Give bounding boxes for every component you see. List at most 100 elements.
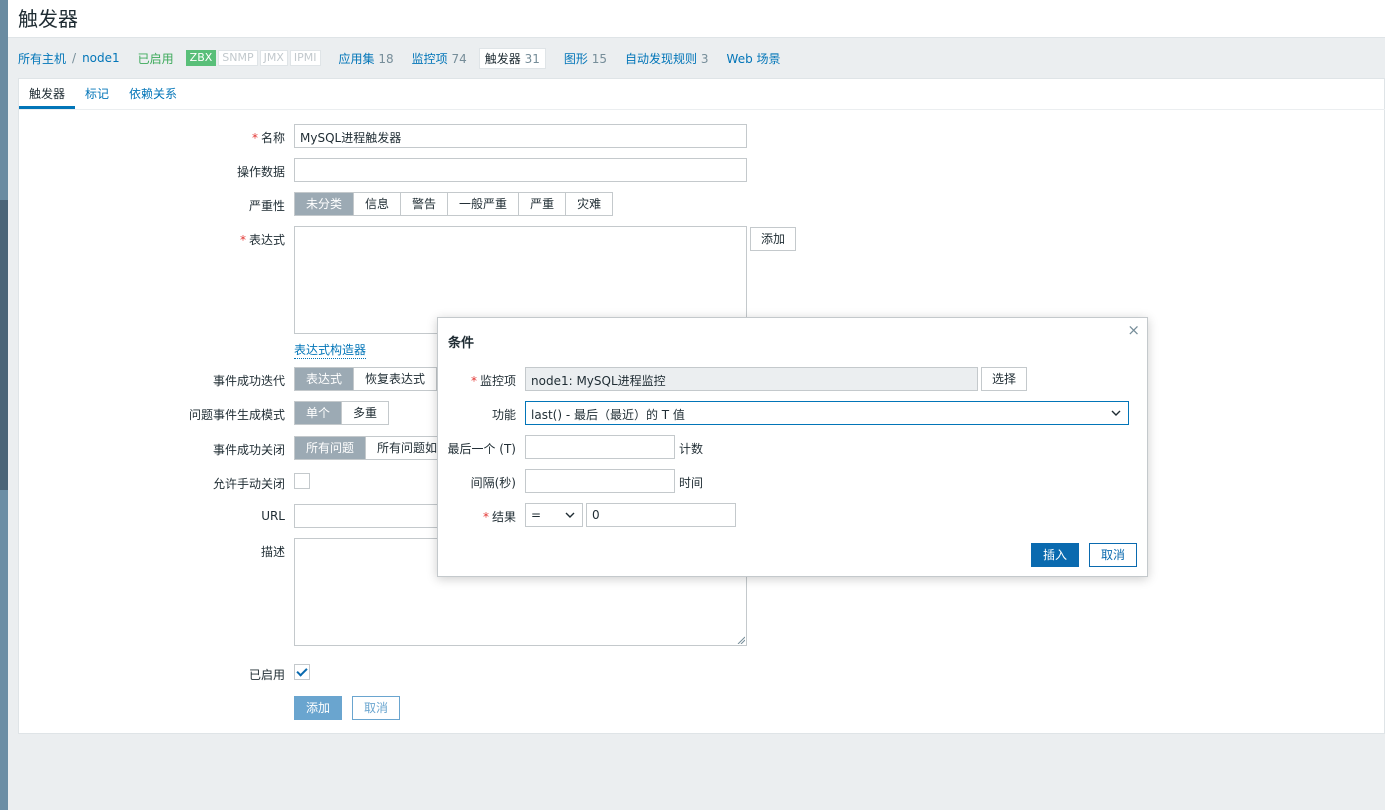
last-suffix: 计数 [679, 442, 704, 456]
breadcrumb: 所有主机 / node1 已启用 ZBX SNMP JMX IPMI 应用集 1… [18, 46, 781, 70]
description-label: 描述 [260, 545, 285, 559]
nav-label: 图形 [563, 51, 588, 66]
badge-jmx: JMX [259, 50, 288, 66]
operator-select[interactable]: = [525, 503, 583, 527]
ok-close-label: 事件成功关闭 [212, 443, 285, 457]
left-sidebar [0, 0, 8, 810]
ok-close-all-problems[interactable]: 所有问题 [295, 437, 367, 459]
nav-applications[interactable]: 应用集 18 [339, 50, 394, 67]
breadcrumb-all-hosts[interactable]: 所有主机 [18, 50, 66, 67]
dialog-cancel-button[interactable]: 取消 [1089, 543, 1137, 567]
nav-graphs[interactable]: 图形 15 [564, 50, 607, 67]
tab-bar: 触发器 标记 依赖关系 [19, 79, 1385, 110]
resize-handle-icon[interactable] [737, 636, 745, 644]
manual-close-checkbox[interactable] [294, 473, 310, 489]
nav-items[interactable]: 监控项 74 [412, 50, 467, 67]
interval-input[interactable] [525, 469, 675, 493]
required-marker: * [482, 510, 489, 524]
function-value: last() - 最后（最近）的 T 值 [531, 408, 685, 422]
result-value-input[interactable]: 0 [586, 503, 736, 527]
item-select-button[interactable]: 选择 [981, 367, 1028, 391]
item-label: * 监控项 [438, 372, 516, 389]
url-label: URL [261, 509, 285, 523]
nav-label: 应用集 [338, 51, 375, 66]
interval-suffix: 时间 [679, 476, 704, 490]
function-label: 功能 [491, 408, 516, 422]
page-title: 触发器 [18, 7, 78, 31]
sidebar-segment [0, 200, 8, 490]
required-marker: * [470, 374, 477, 388]
tab-dependencies[interactable]: 依赖关系 [129, 85, 177, 102]
severity-high[interactable]: 严重 [519, 193, 567, 215]
last-input[interactable] [525, 435, 675, 459]
nav-triggers[interactable]: 触发器 31 [478, 47, 546, 69]
problem-mode-single[interactable]: 单个 [295, 402, 343, 424]
tab-tags[interactable]: 标记 [85, 85, 109, 102]
tab-trigger[interactable]: 触发器 [29, 85, 65, 102]
severity-information[interactable]: 信息 [354, 193, 402, 215]
page-header: 触发器 [8, 0, 1385, 38]
last-label: 最后一个 (T) [447, 442, 516, 456]
ok-event-selector: 表达式 恢复表达式 [294, 367, 438, 391]
nav-count: 18 [378, 51, 394, 66]
severity-average[interactable]: 一般严重 [448, 193, 520, 215]
opdata-input[interactable] [294, 158, 747, 182]
nav-web-scenarios[interactable]: Web 场景 [727, 50, 781, 67]
condition-dialog: 条件 × * 监控项 node1: MySQL进程监控 选择 功能 last() … [437, 317, 1148, 577]
dialog-title: 条件 [448, 336, 475, 351]
nav-label: Web 场景 [726, 51, 781, 66]
form-cancel-button[interactable]: 取消 [352, 696, 400, 720]
problem-mode-multiple[interactable]: 多重 [342, 402, 388, 424]
chevron-down-icon [565, 512, 575, 518]
result-label: * 结果 [438, 508, 516, 525]
expression-add-button[interactable]: 添加 [750, 227, 797, 251]
item-label-text: 监控项 [479, 374, 516, 388]
name-input[interactable]: MySQL进程触发器 [294, 124, 747, 148]
breadcrumb-separator: / [72, 51, 77, 65]
problem-mode-label: 问题事件生成模式 [188, 408, 285, 422]
badge-ipmi: IPMI [289, 50, 321, 66]
severity-selector: 未分类 信息 警告 一般严重 严重 灾难 [294, 192, 614, 216]
chevron-down-icon [1111, 410, 1121, 416]
severity-not-classified[interactable]: 未分类 [295, 193, 355, 215]
nav-label: 自动发现规则 [625, 51, 698, 66]
ok-event-expression[interactable]: 表达式 [295, 368, 355, 390]
nav-label: 监控项 [411, 51, 448, 66]
manual-close-label: 允许手动关闭 [212, 477, 285, 491]
problem-mode-selector: 单个 多重 [294, 401, 390, 425]
nav-label: 触发器 [484, 51, 521, 66]
severity-label: 严重性 [248, 199, 285, 213]
nav-count: 74 [451, 51, 467, 66]
result-label-text: 结果 [491, 510, 516, 524]
host-status[interactable]: 已启用 [138, 50, 174, 67]
insert-button[interactable]: 插入 [1031, 543, 1079, 567]
severity-disaster[interactable]: 灾难 [566, 193, 612, 215]
enabled-label: 已启用 [248, 668, 285, 682]
expression-label: * 表达式 [85, 231, 285, 248]
ok-event-recovery-expression[interactable]: 恢复表达式 [354, 368, 436, 390]
required-marker: * [239, 233, 246, 247]
enabled-checkbox[interactable] [294, 664, 310, 680]
close-icon[interactable]: × [1127, 321, 1140, 339]
badge-zbx: ZBX [185, 50, 217, 66]
expression-constructor-link[interactable]: 表达式构造器 [294, 341, 367, 359]
nav-count: 3 [700, 51, 709, 66]
breadcrumb-host[interactable]: node1 [82, 51, 120, 65]
name-label-text: 名称 [260, 131, 285, 145]
sidebar-segment [0, 490, 8, 810]
nav-discovery-rules[interactable]: 自动发现规则 3 [625, 50, 708, 67]
submit-add-button[interactable]: 添加 [294, 696, 342, 720]
badge-snmp: SNMP [218, 50, 258, 66]
active-tab-indicator [19, 106, 75, 109]
item-field: node1: MySQL进程监控 [525, 367, 978, 391]
opdata-label: 操作数据 [236, 165, 285, 179]
checkmark-icon [296, 665, 308, 677]
ok-event-label: 事件成功迭代 [212, 374, 285, 388]
function-select[interactable]: last() - 最后（最近）的 T 值 [525, 401, 1129, 425]
nav-count: 15 [591, 51, 608, 66]
required-marker: * [251, 131, 258, 145]
sidebar-segment [0, 0, 8, 200]
ok-close-matching[interactable]: 所有问题如 [366, 437, 448, 459]
expression-label-text: 表达式 [248, 233, 285, 247]
severity-warning[interactable]: 警告 [401, 193, 449, 215]
